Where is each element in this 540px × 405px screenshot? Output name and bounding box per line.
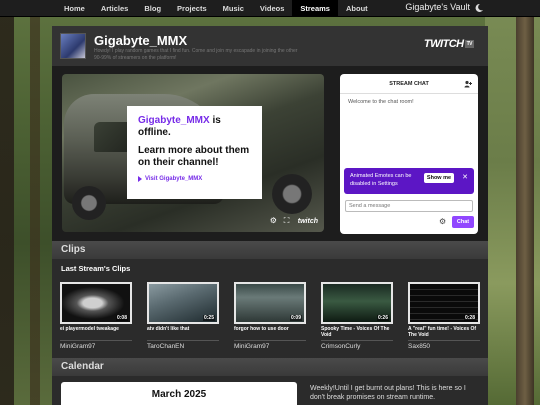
clip-duration: 0:26 bbox=[376, 315, 389, 321]
clip-title[interactable]: A "real" fun time! - Voices Of The Void bbox=[408, 326, 480, 339]
avatar bbox=[60, 33, 86, 59]
chat-title: STREAM CHAT bbox=[389, 81, 429, 87]
stream-chat: STREAM CHAT Welcome to the chat room! An… bbox=[340, 74, 478, 234]
clip-title[interactable]: forgor how to use door bbox=[234, 326, 306, 339]
player-controls: ⚙ ⛶ twitch bbox=[270, 217, 318, 225]
calendar-note: Weekly!Until I get burnt out plans! This… bbox=[310, 385, 466, 401]
streams-panel: Gigabyte_MMX Howdy! I play random games … bbox=[52, 26, 488, 405]
clip-thumbnail[interactable]: 0:26 bbox=[321, 282, 393, 324]
clip-duration: 0:09 bbox=[289, 315, 302, 321]
clip-author[interactable]: CrimsonCurly bbox=[321, 343, 393, 350]
top-navbar: Home Articles Blog Projects Music Videos… bbox=[0, 0, 540, 17]
play-icon bbox=[138, 176, 142, 182]
clips-subheading: Last Stream's Clips bbox=[61, 264, 131, 273]
divider bbox=[234, 340, 306, 341]
clip-author[interactable]: MiniGram97 bbox=[234, 343, 306, 350]
clip-card[interactable]: 0:08 ei playermodel tweakage MiniGram97 bbox=[60, 282, 132, 350]
site-title[interactable]: Gigabyte's Vault bbox=[405, 2, 470, 12]
nav-item-streams[interactable]: Streams bbox=[292, 0, 338, 17]
calendar-widget[interactable]: March 2025 bbox=[61, 382, 297, 405]
nav-items: Home Articles Blog Projects Music Videos… bbox=[56, 0, 376, 17]
channel-header: Gigabyte_MMX Howdy! I play random games … bbox=[52, 26, 488, 66]
channel-description: Howdy! I play random games that I find f… bbox=[94, 48, 298, 61]
nav-item-articles[interactable]: Articles bbox=[93, 0, 137, 17]
close-icon[interactable]: ✕ bbox=[462, 173, 468, 183]
divider bbox=[60, 340, 132, 341]
clip-thumbnail[interactable]: 0:28 bbox=[408, 282, 480, 324]
clip-card[interactable]: 0:28 A "real" fun time! - Voices Of The … bbox=[408, 282, 480, 350]
nav-item-blog[interactable]: Blog bbox=[136, 0, 169, 17]
clip-card[interactable]: 0:25 atv didn't like that TaroChanEN bbox=[147, 282, 219, 350]
nav-item-projects[interactable]: Projects bbox=[169, 0, 215, 17]
forest-background-right bbox=[485, 0, 540, 405]
clip-title[interactable]: atv didn't like that bbox=[147, 326, 219, 339]
twitch-logo-text: TWITCH bbox=[423, 38, 464, 50]
offline-channel-name[interactable]: Gigabyte_MMX bbox=[138, 115, 210, 126]
clip-author[interactable]: MiniGram97 bbox=[60, 343, 132, 350]
offline-status: Gigabyte_MMX is offline. bbox=[138, 115, 251, 139]
calendar-section-header: Calendar bbox=[52, 358, 488, 376]
clip-title[interactable]: ei playermodel tweakage bbox=[60, 326, 132, 339]
divider bbox=[147, 340, 219, 341]
users-icon[interactable] bbox=[464, 80, 472, 88]
emote-settings-banner: Animated Emotes can be disabled in Setti… bbox=[344, 168, 474, 194]
clip-card[interactable]: 0:09 forgor how to use door MiniGram97 bbox=[234, 282, 306, 350]
car-wheel bbox=[72, 186, 106, 220]
divider bbox=[321, 340, 393, 341]
offline-card: Gigabyte_MMX is offline. Learn more abou… bbox=[127, 106, 262, 199]
nav-item-videos[interactable]: Videos bbox=[252, 0, 292, 17]
emote-banner-text: Animated Emotes can be disabled in Setti… bbox=[350, 173, 412, 187]
clips-list: 0:08 ei playermodel tweakage MiniGram97 … bbox=[60, 282, 484, 350]
fullscreen-icon[interactable]: ⛶ bbox=[284, 217, 292, 225]
clip-duration: 0:25 bbox=[202, 315, 215, 321]
chat-send-button[interactable]: Chat bbox=[452, 216, 474, 228]
chat-welcome-message: Welcome to the chat room! bbox=[348, 99, 414, 105]
settings-gear-icon[interactable]: ⚙ bbox=[270, 217, 278, 225]
calendar-month: March 2025 bbox=[151, 389, 207, 400]
clip-duration: 0:08 bbox=[115, 315, 128, 321]
clip-title[interactable]: Spooky Time - Voices Of The Void bbox=[321, 326, 393, 339]
learn-more-text: Learn more about them on their channel! bbox=[138, 145, 250, 168]
moon-icon[interactable] bbox=[474, 3, 484, 13]
clip-duration: 0:28 bbox=[463, 315, 476, 321]
chat-message-input[interactable]: Send a message bbox=[345, 200, 473, 212]
chat-settings-gear-icon[interactable]: ⚙ bbox=[439, 218, 446, 226]
clips-section-header: Clips bbox=[52, 241, 488, 259]
divider bbox=[408, 340, 480, 341]
channel-name: Gigabyte_MMX bbox=[94, 33, 188, 48]
tree-trunk bbox=[516, 0, 534, 405]
car-wheel bbox=[272, 174, 312, 214]
nav-item-about[interactable]: About bbox=[338, 0, 376, 17]
visit-channel-link[interactable]: Visit Gigabyte_MMX bbox=[138, 176, 251, 182]
clip-card[interactable]: 0:26 Spooky Time - Voices Of The Void Cr… bbox=[321, 282, 393, 350]
clip-thumbnail[interactable]: 0:25 bbox=[147, 282, 219, 324]
visit-channel-label: Visit Gigabyte_MMX bbox=[145, 176, 203, 182]
twitch-logo: TWITCH TV bbox=[424, 38, 474, 50]
stream-player[interactable]: Gigabyte_MMX is offline. Learn more abou… bbox=[62, 74, 324, 232]
show-me-button[interactable]: Show me bbox=[424, 173, 454, 183]
nav-item-home[interactable]: Home bbox=[56, 0, 93, 17]
twitch-logo-badge: TV bbox=[464, 40, 474, 49]
clip-thumbnail[interactable]: 0:09 bbox=[234, 282, 306, 324]
chat-header: STREAM CHAT bbox=[340, 74, 478, 94]
clip-thumbnail[interactable]: 0:08 bbox=[60, 282, 132, 324]
nav-item-music[interactable]: Music bbox=[215, 0, 252, 17]
twitch-watermark[interactable]: twitch bbox=[298, 218, 318, 225]
clip-author[interactable]: Sax850 bbox=[408, 343, 480, 350]
clip-author[interactable]: TaroChanEN bbox=[147, 343, 219, 350]
